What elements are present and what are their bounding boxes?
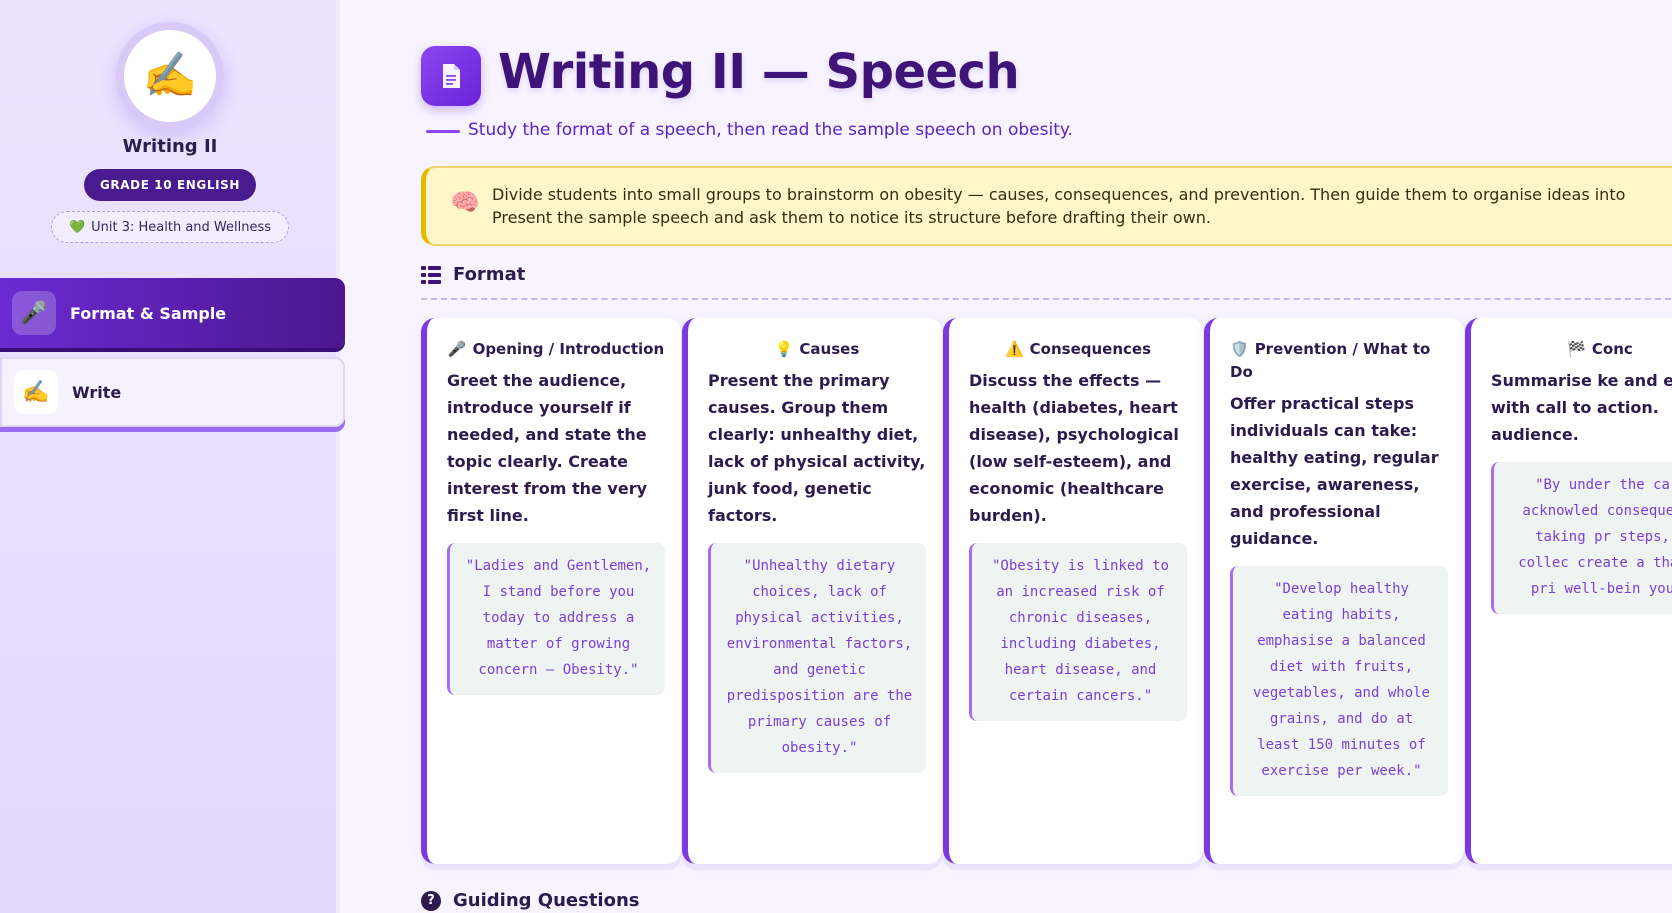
- tip-text: Divide students into small groups to bra…: [492, 183, 1625, 229]
- unit-chip: 💚 Unit 3: Health and Wellness: [51, 211, 289, 243]
- card-sample-quote: "Develop healthy eating habits, emphasis…: [1230, 566, 1448, 796]
- document-icon: [421, 46, 481, 106]
- list-icon: [421, 265, 441, 284]
- checkered-flag-icon: 🏁: [1567, 340, 1586, 358]
- format-card-consequences: ⚠️ Consequences Discuss the effects — hea…: [943, 318, 1203, 864]
- brain-icon: 🧠: [450, 188, 480, 216]
- card-title: 🎤 Opening / Introduction: [447, 340, 665, 358]
- nav-item-write[interactable]: ✍️ Write: [0, 357, 345, 427]
- microphone-icon: 🎤: [447, 340, 467, 358]
- green-heart-icon: 💚: [68, 219, 86, 235]
- card-sample-quote: "Unhealthy dietary choices, lack of phys…: [708, 543, 926, 773]
- sidebar: ✍️ Writing II GRADE 10 ENGLISH 💚 Unit 3:…: [0, 0, 345, 913]
- format-card-opening: 🎤 Opening / Introduction Greet the audien…: [421, 318, 681, 864]
- card-title: ⚠️ Consequences: [1004, 340, 1152, 358]
- unit-label: Unit 3: Health and Wellness: [91, 219, 272, 235]
- nav-item-label: Format & Sample: [70, 303, 227, 323]
- card-title: 🏁 Conc: [1567, 340, 1633, 358]
- grade-badge: GRADE 10 ENGLISH: [84, 169, 256, 201]
- subtitle-accent-line: [426, 130, 460, 133]
- avatar: ✍️: [116, 22, 224, 130]
- card-sample-quote: "Obesity is linked to an increased risk …: [969, 543, 1187, 721]
- writing-hand-icon: ✍️: [14, 370, 58, 414]
- format-card-conclusion: 🏁Conc Summarise ke and end with call to …: [1465, 318, 1672, 864]
- light-bulb-icon: 💡: [774, 340, 794, 358]
- question-icon: ?: [421, 890, 441, 911]
- tip-line-2: Present the sample speech and ask them t…: [492, 208, 1211, 227]
- card-title: 💡 Causes: [774, 340, 860, 358]
- main-content: Writing II — Speech Study the format of …: [344, 0, 1672, 913]
- page-title: Writing II — Speech: [498, 44, 1020, 100]
- microphone-icon: 🎤: [12, 291, 56, 335]
- warning-icon: ⚠️: [1004, 340, 1024, 358]
- nav-item-label: Write: [72, 382, 122, 402]
- sidebar-title: Writing II: [122, 136, 218, 157]
- guiding-questions-heading: ? Guiding Questions: [421, 890, 640, 911]
- format-heading: Format: [421, 264, 525, 285]
- card-description: Greet the audience, introduce yourself i…: [447, 371, 648, 525]
- card-description: Summarise ke and end with call to action…: [1491, 371, 1672, 444]
- format-card-prevention: 🛡️ Prevention / What to Do Offer practica…: [1204, 318, 1464, 864]
- card-description: Present the primary causes. Group them c…: [708, 371, 926, 525]
- card-description: Offer practical steps individuals can ta…: [1230, 394, 1439, 548]
- guiding-heading-label: Guiding Questions: [453, 890, 640, 911]
- card-sample-quote: "By under the ca acknowled consequen tak…: [1491, 462, 1672, 614]
- format-heading-label: Format: [453, 264, 526, 285]
- nav-item-format-sample[interactable]: 🎤 Format & Sample: [0, 278, 345, 348]
- card-sample-quote: "Ladies and Gentlemen, I stand before yo…: [447, 543, 665, 695]
- page-subtitle: Study the format of a speech, then read …: [468, 120, 1073, 140]
- format-divider: [421, 298, 1672, 300]
- card-description: Discuss the effects — health (diabetes, …: [969, 371, 1179, 525]
- shield-icon: 🛡️: [1230, 340, 1249, 358]
- card-title: 🛡️ Prevention / What to Do: [1230, 340, 1431, 381]
- teacher-tip-box: 🧠 Divide students into small groups to b…: [421, 166, 1672, 246]
- writing-hand-icon: ✍️: [124, 30, 216, 122]
- tip-line-1: Divide students into small groups to bra…: [492, 185, 1626, 204]
- format-card-causes: 💡 Causes Present the primary causes. Grou…: [682, 318, 942, 864]
